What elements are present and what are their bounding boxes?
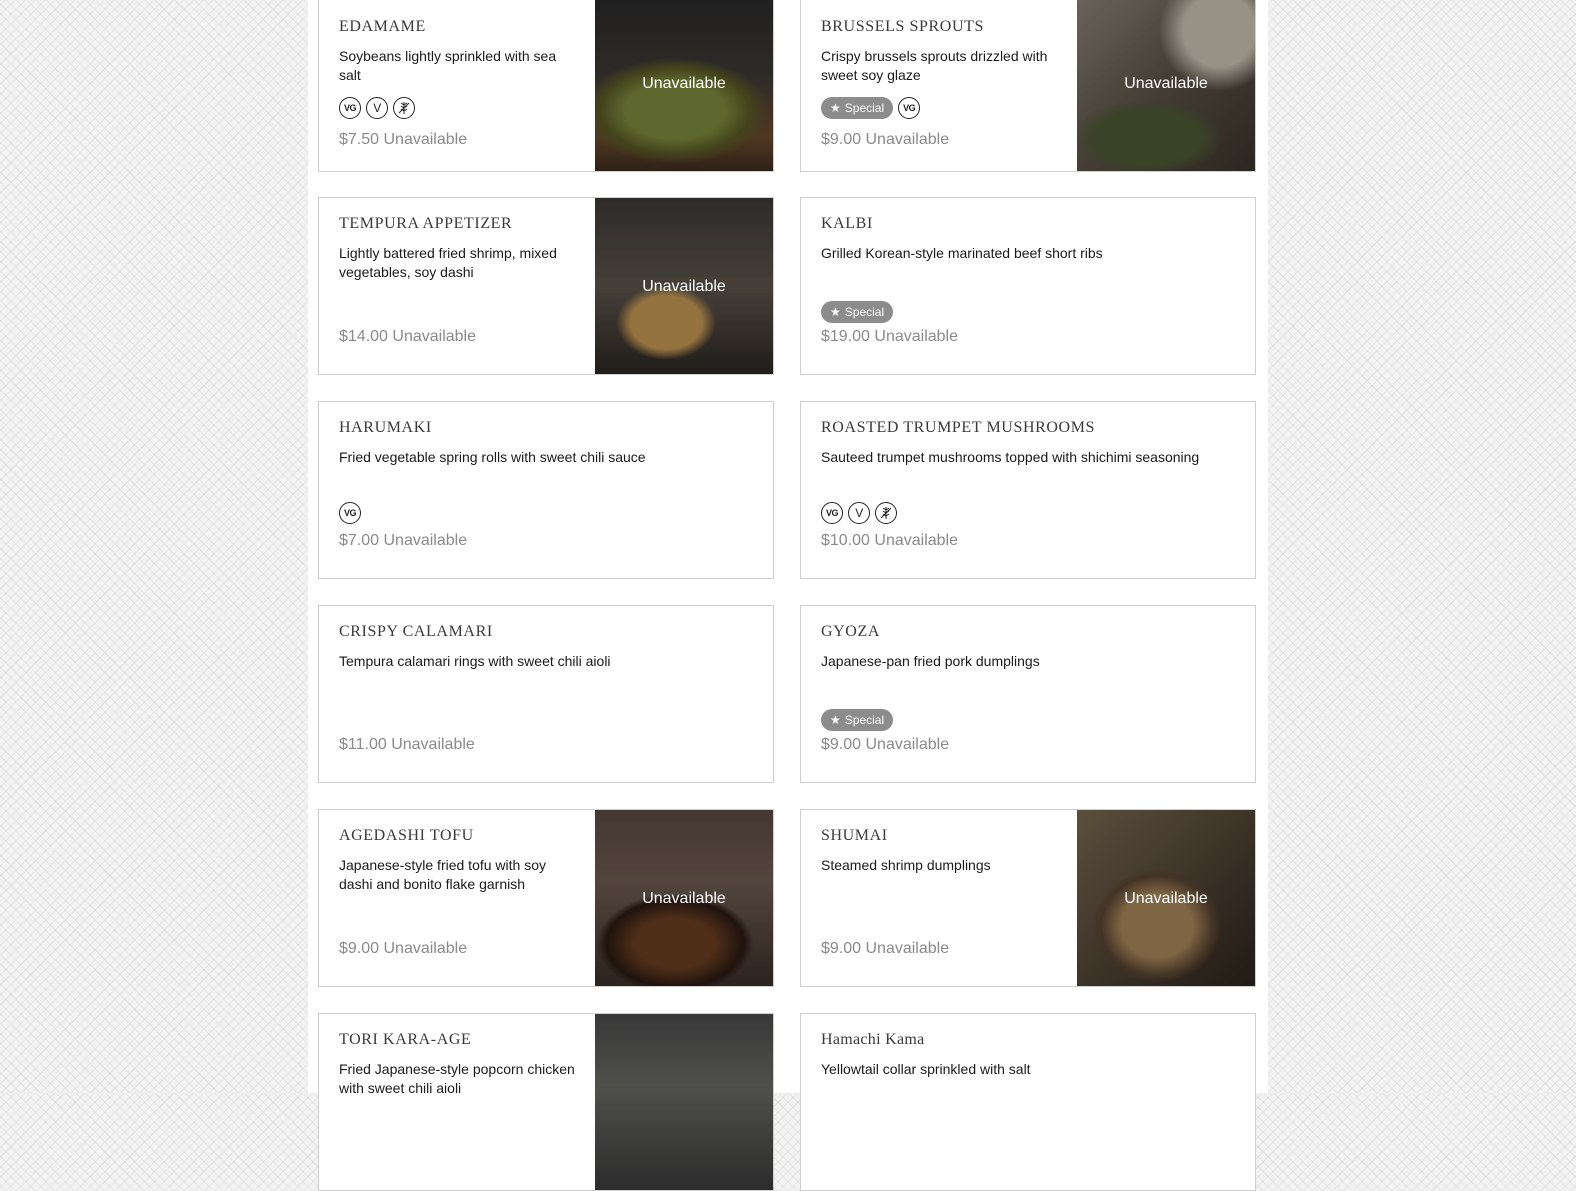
- menu-item-description: Yellowtail collar sprinkled with salt: [821, 1061, 1031, 1077]
- menu-item-photo[interactable]: Unavailable: [595, 0, 773, 171]
- menu-item-card[interactable]: GYOZA Japanese-pan fried pork dumplings …: [800, 605, 1256, 783]
- menu-item-title: HARUMAKI: [339, 419, 432, 436]
- menu-item-description: Fried vegetable spring rolls with sweet …: [339, 449, 646, 465]
- menu-item-text: GYOZA Japanese-pan fried pork dumplings …: [821, 606, 1235, 782]
- vegan-icon: VG: [339, 97, 361, 119]
- photo-overlay: [595, 1014, 773, 1190]
- menu-item-title: BRUSSELS SPROUTS: [821, 18, 984, 35]
- menu-item-card[interactable]: KALBI Grilled Korean-style marinated bee…: [800, 197, 1256, 375]
- menu-item-price: $7.00 Unavailable: [339, 532, 468, 549]
- menu-item-card[interactable]: HARUMAKI Fried vegetable spring rolls wi…: [318, 401, 774, 579]
- menu-item-title: KALBI: [821, 215, 873, 232]
- menu-item-title: ROASTED TRUMPET MUSHROOMS: [821, 419, 1096, 436]
- vegan-icon: VG: [339, 502, 361, 524]
- menu-item-description: Tempura calamari rings with sweet chili …: [339, 653, 611, 669]
- menu-item-price: $9.00 Unavailable: [821, 736, 950, 753]
- gluten-free-icon: [393, 97, 415, 119]
- menu-item-photo[interactable]: [595, 1014, 773, 1190]
- special-badge: ★ Special: [821, 97, 894, 119]
- photo-unavailable-label: Unavailable: [642, 890, 726, 907]
- photo-unavailable-label: Unavailable: [1124, 890, 1208, 907]
- menu-item-text: BRUSSELS SPROUTS Crispy brussels sprouts…: [821, 0, 1057, 171]
- special-badge: ★ Special: [821, 709, 894, 731]
- dietary-tags: VG V: [339, 96, 415, 120]
- special-label: Special: [844, 101, 885, 115]
- menu-item-title: SHUMAI: [821, 827, 888, 844]
- vegetarian-icon: V: [848, 502, 870, 524]
- menu-item-card[interactable]: SHUMAI Steamed shrimp dumplings $9.00 Un…: [800, 809, 1256, 987]
- dietary-tags: ★ Special VG: [821, 96, 921, 120]
- menu-item-price: $7.50 Unavailable: [339, 131, 468, 148]
- special-label: Special: [844, 713, 885, 727]
- vegan-icon: VG: [821, 502, 843, 524]
- menu-item-description: Sauteed trumpet mushrooms topped with sh…: [821, 449, 1200, 465]
- dietary-tags: ★ Special: [821, 300, 894, 324]
- menu-item-text: HARUMAKI Fried vegetable spring rolls wi…: [339, 402, 753, 578]
- star-icon: ★: [830, 713, 841, 727]
- menu-item-card[interactable]: ROASTED TRUMPET MUSHROOMS Sauteed trumpe…: [800, 401, 1256, 579]
- menu-item-title: EDAMAME: [339, 18, 426, 35]
- menu-item-photo[interactable]: Unavailable: [1077, 0, 1255, 171]
- special-badge: ★ Special: [821, 301, 894, 323]
- photo-unavailable-label: Unavailable: [642, 75, 726, 92]
- star-icon: ★: [830, 305, 841, 319]
- vegetarian-icon: V: [366, 97, 388, 119]
- menu-item-price: $10.00 Unavailable: [821, 532, 958, 549]
- dietary-tags: VG: [339, 501, 361, 525]
- menu-item-text: ROASTED TRUMPET MUSHROOMS Sauteed trumpe…: [821, 402, 1235, 578]
- menu-item-title: TEMPURA APPETIZER: [339, 215, 513, 232]
- menu-item-price: $11.00 Unavailable: [339, 736, 475, 753]
- menu-item-price: $9.00 Unavailable: [821, 940, 950, 957]
- menu-item-description: Lightly battered fried shrimp, mixed veg…: [339, 245, 557, 280]
- dietary-tags: VG V: [821, 501, 897, 525]
- menu-item-title: GYOZA: [821, 623, 880, 640]
- menu-item-card[interactable]: AGEDASHI TOFU Japanese-style fried tofu …: [318, 809, 774, 987]
- menu-item-title: TORI KARA-AGE: [339, 1031, 472, 1048]
- menu-item-text: CRISPY CALAMARI Tempura calamari rings w…: [339, 606, 753, 782]
- menu-item-text: TORI KARA-AGE Fried Japanese-style popco…: [339, 1014, 575, 1190]
- vegan-icon: VG: [898, 97, 921, 119]
- menu-item-card[interactable]: Hamachi Kama Yellowtail collar sprinkled…: [800, 1013, 1256, 1191]
- menu-item-card[interactable]: TEMPURA APPETIZER Lightly battered fried…: [318, 197, 774, 375]
- gluten-free-icon: [875, 502, 897, 524]
- menu-item-title: Hamachi Kama: [821, 1031, 925, 1048]
- star-icon: ★: [830, 101, 841, 115]
- menu-item-card[interactable]: CRISPY CALAMARI Tempura calamari rings w…: [318, 605, 774, 783]
- menu-item-card[interactable]: BRUSSELS SPROUTS Crispy brussels sprouts…: [800, 0, 1256, 172]
- menu-item-description: Japanese-style fried tofu with soy dashi…: [339, 857, 546, 892]
- special-label: Special: [844, 305, 885, 319]
- menu-item-photo[interactable]: Unavailable: [1077, 810, 1255, 986]
- menu-item-price: $14.00 Unavailable: [339, 328, 476, 345]
- menu-item-description: Soybeans lightly sprinkled with sea salt: [339, 48, 557, 83]
- menu-item-card[interactable]: TORI KARA-AGE Fried Japanese-style popco…: [318, 1013, 774, 1191]
- menu-item-description: Steamed shrimp dumplings: [821, 857, 991, 873]
- menu-item-description: Fried Japanese-style popcorn chicken wit…: [339, 1061, 575, 1096]
- menu-item-title: CRISPY CALAMARI: [339, 623, 493, 640]
- menu-item-text: Hamachi Kama Yellowtail collar sprinkled…: [821, 1014, 1235, 1190]
- menu-item-price: $9.00 Unavailable: [339, 940, 468, 957]
- menu-item-description: Crispy brussels sprouts drizzled with sw…: [821, 48, 1048, 83]
- menu-item-text: KALBI Grilled Korean-style marinated bee…: [821, 198, 1235, 374]
- menu-item-title: AGEDASHI TOFU: [339, 827, 474, 844]
- menu-item-description: Japanese-pan fried pork dumplings: [821, 653, 1040, 669]
- menu-item-text: EDAMAME Soybeans lightly sprinkled with …: [339, 0, 575, 171]
- menu-item-photo[interactable]: Unavailable: [595, 810, 773, 986]
- menu-item-price: $9.00 Unavailable: [821, 131, 950, 148]
- menu-item-text: SHUMAI Steamed shrimp dumplings $9.00 Un…: [821, 810, 1057, 986]
- menu-item-text: AGEDASHI TOFU Japanese-style fried tofu …: [339, 810, 575, 986]
- menu-item-description: Grilled Korean-style marinated beef shor…: [821, 245, 1103, 261]
- dietary-tags: ★ Special: [821, 708, 894, 732]
- menu-item-text: TEMPURA APPETIZER Lightly battered fried…: [339, 198, 575, 374]
- menu-item-photo[interactable]: Unavailable: [595, 198, 773, 374]
- photo-unavailable-label: Unavailable: [1124, 75, 1208, 92]
- photo-unavailable-label: Unavailable: [642, 278, 726, 295]
- menu-item-card[interactable]: EDAMAME Soybeans lightly sprinkled with …: [318, 0, 774, 172]
- menu-item-price: $19.00 Unavailable: [821, 328, 958, 345]
